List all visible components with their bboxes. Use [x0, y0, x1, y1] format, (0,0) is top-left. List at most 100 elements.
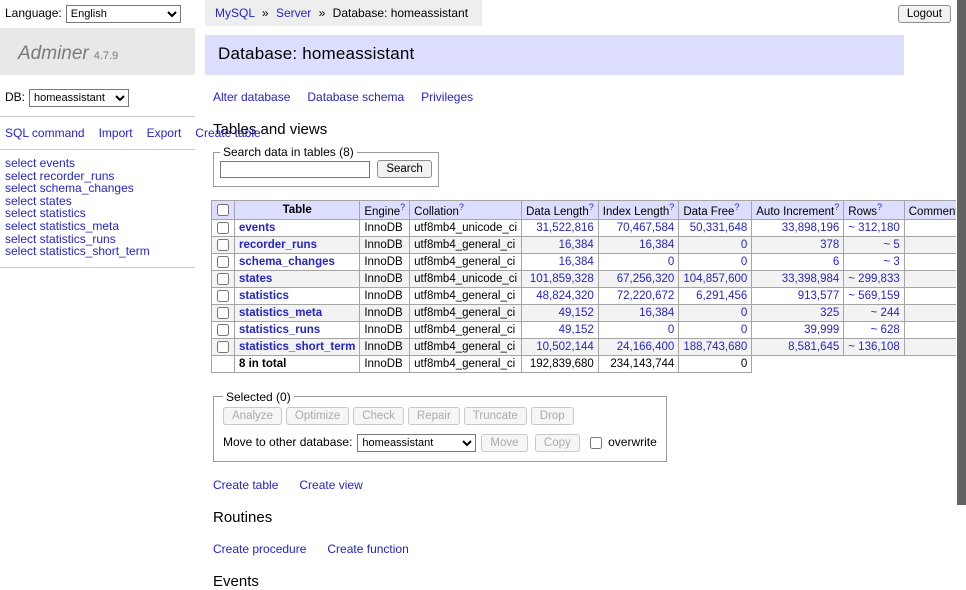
sidebar-link-create-table[interactable]: Create table [195, 126, 260, 140]
table-link-statistics[interactable]: statistics [239, 290, 289, 302]
table-link-statistics_meta[interactable]: statistics_meta [239, 307, 322, 319]
optimize-button[interactable]: Optimize [286, 407, 349, 425]
row-checkbox[interactable] [217, 341, 229, 353]
sidebar-select-statistics_short_term[interactable]: select statistics_short_term [5, 245, 195, 258]
language-select[interactable]: English [66, 5, 181, 23]
help-icon[interactable]: ? [877, 202, 882, 212]
index-length-link[interactable]: 0 [668, 324, 674, 336]
data-free-link[interactable]: 188,743,680 [683, 341, 747, 353]
table-link-schema_changes[interactable]: schema_changes [239, 256, 335, 268]
help-icon[interactable]: ? [400, 202, 405, 212]
index-length-link[interactable]: 24,166,400 [617, 341, 675, 353]
privileges-link[interactable]: Privileges [421, 90, 473, 104]
copy-button[interactable]: Copy [535, 434, 580, 452]
overwrite-checkbox[interactable] [590, 437, 602, 449]
table-link-statistics_runs[interactable]: statistics_runs [239, 324, 320, 336]
index-length-link[interactable]: 67,256,320 [617, 273, 675, 285]
data-length-link[interactable]: 10,502,144 [536, 341, 594, 353]
row-checkbox[interactable] [217, 256, 229, 268]
check-button[interactable]: Check [353, 407, 404, 425]
create-procedure-link[interactable]: Create procedure [213, 542, 306, 556]
help-icon[interactable]: ? [459, 202, 464, 212]
row-checkbox[interactable] [217, 239, 229, 251]
sidebar-select-events[interactable]: select events [5, 157, 195, 170]
index-length-link[interactable]: 16,384 [639, 239, 674, 251]
rows-estimate-link[interactable]: ~ 628 [871, 324, 900, 336]
auto-increment-link[interactable]: 39,999 [804, 324, 839, 336]
data-free-link[interactable]: 0 [741, 324, 747, 336]
auto-increment-link[interactable]: 33,898,196 [782, 222, 840, 234]
scrollbar-thumb[interactable] [957, 0, 966, 505]
rows-estimate-link[interactable]: ~ 5 [883, 239, 899, 251]
create-view-link[interactable]: Create view [299, 478, 362, 492]
data-free-link[interactable]: 0 [741, 256, 747, 268]
breadcrumb-link-mysql[interactable]: MySQL [215, 6, 255, 20]
sidebar-select-schema_changes[interactable]: select schema_changes [5, 182, 195, 195]
create-function-link[interactable]: Create function [327, 542, 408, 556]
sidebar-select-statistics_meta[interactable]: select statistics_meta [5, 220, 195, 233]
data-length-link[interactable]: 48,824,320 [536, 290, 594, 302]
row-checkbox[interactable] [217, 307, 229, 319]
auto-increment-link[interactable]: 33,398,984 [782, 273, 840, 285]
row-checkbox[interactable] [217, 273, 229, 285]
database-schema-link[interactable]: Database schema [307, 90, 404, 104]
create-table-link[interactable]: Create table [213, 478, 278, 492]
sidebar-link-export[interactable]: Export [147, 126, 182, 140]
data-length-link[interactable]: 49,152 [559, 307, 594, 319]
table-link-statistics_short_term[interactable]: statistics_short_term [239, 341, 355, 353]
data-length-link[interactable]: 16,384 [559, 239, 594, 251]
data-length-link[interactable]: 16,384 [559, 256, 594, 268]
index-length-link[interactable]: 0 [668, 256, 674, 268]
row-checkbox[interactable] [217, 222, 229, 234]
help-icon[interactable]: ? [734, 202, 739, 212]
select-all-checkbox[interactable] [217, 204, 229, 216]
index-length-cell: 24,166,400 [598, 338, 679, 355]
rows-estimate-link[interactable]: ~ 136,108 [848, 341, 899, 353]
auto-increment-cell: 913,577 [752, 287, 844, 304]
repair-button[interactable]: Repair [408, 407, 460, 425]
breadcrumb-link-server[interactable]: Server [276, 6, 311, 20]
sidebar-link-sql-command[interactable]: SQL command [5, 126, 85, 140]
drop-button[interactable]: Drop [531, 407, 574, 425]
index-length-link[interactable]: 16,384 [639, 307, 674, 319]
data-free-link[interactable]: 6,291,456 [696, 290, 747, 302]
rows-estimate-link[interactable]: ~ 3 [883, 256, 899, 268]
index-length-link[interactable]: 70,467,584 [617, 222, 675, 234]
data-free-link[interactable]: 0 [741, 307, 747, 319]
vertical-scrollbar[interactable] [956, 0, 966, 543]
search-button[interactable]: Search [377, 160, 431, 178]
analyze-button[interactable]: Analyze [223, 407, 282, 425]
move-button[interactable]: Move [481, 434, 527, 452]
data-length-link[interactable]: 101,859,328 [530, 273, 594, 285]
help-icon[interactable]: ? [669, 202, 674, 212]
rows-estimate-link[interactable]: ~ 312,180 [848, 222, 899, 234]
alter-database-link[interactable]: Alter database [213, 90, 290, 104]
help-icon[interactable]: ? [589, 202, 594, 212]
data-free-link[interactable]: 0 [741, 239, 747, 251]
search-input[interactable] [220, 161, 370, 178]
move-database-select[interactable]: homeassistant [357, 434, 476, 452]
truncate-button[interactable]: Truncate [464, 407, 527, 425]
table-link-states[interactable]: states [239, 273, 272, 285]
row-checkbox[interactable] [217, 290, 229, 302]
db-select[interactable]: homeassistant [29, 89, 129, 107]
rows-estimate-link[interactable]: ~ 244 [871, 307, 900, 319]
auto-increment-link[interactable]: 378 [820, 239, 839, 251]
sidebar-link-import[interactable]: Import [99, 126, 133, 140]
auto-increment-link[interactable]: 325 [820, 307, 839, 319]
index-length-link[interactable]: 72,220,672 [617, 290, 675, 302]
logout-button[interactable]: Logout [898, 5, 951, 23]
auto-increment-link[interactable]: 913,577 [798, 290, 840, 302]
data-free-link[interactable]: 50,331,648 [690, 222, 748, 234]
help-icon[interactable]: ? [834, 202, 839, 212]
auto-increment-link[interactable]: 8,581,645 [788, 341, 839, 353]
data-free-link[interactable]: 104,857,600 [683, 273, 747, 285]
rows-estimate-link[interactable]: ~ 299,833 [848, 273, 899, 285]
data-length-link[interactable]: 49,152 [559, 324, 594, 336]
rows-estimate-link[interactable]: ~ 569,159 [848, 290, 899, 302]
data-length-link[interactable]: 31,522,816 [536, 222, 594, 234]
auto-increment-link[interactable]: 6 [833, 256, 839, 268]
table-link-events[interactable]: events [239, 222, 275, 234]
table-link-recorder_runs[interactable]: recorder_runs [239, 239, 317, 251]
row-checkbox[interactable] [217, 324, 229, 336]
